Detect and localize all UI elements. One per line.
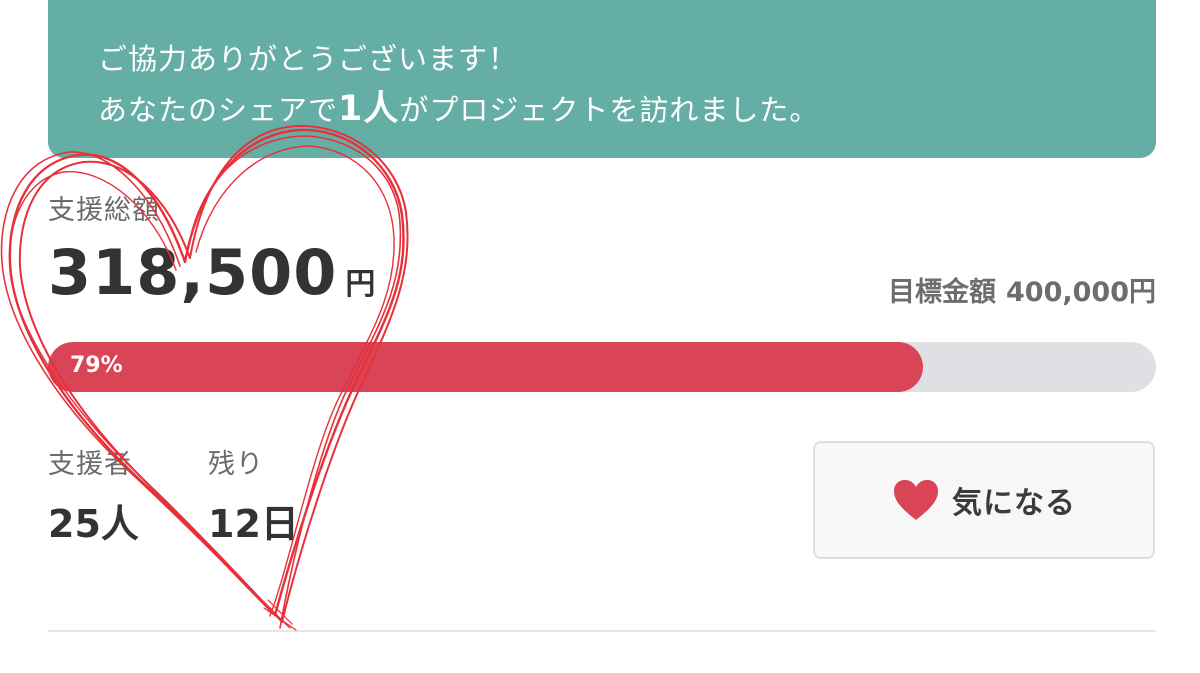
funding-progress-fill: [48, 342, 924, 392]
banner-line-1: ご協力ありがとうございます！: [98, 42, 519, 76]
favorite-button-label: 気になる: [952, 486, 1076, 521]
remaining-label: 残り: [208, 449, 264, 480]
goal-value: 400,000円: [1006, 277, 1156, 308]
remaining-value: 12日: [208, 502, 299, 546]
funding-progress-bar: 79%: [48, 342, 1156, 392]
banner-line-2: あなたのシェアで1人がプロジェクトを訪れました。: [98, 84, 1156, 135]
section-divider: [48, 630, 1156, 632]
goal-amount: 目標金額 400,000円: [888, 270, 1156, 309]
supporters-value: 25人: [48, 502, 139, 546]
thanks-banner: ご協力ありがとうございます！ あなたのシェアで1人がプロジェクトを訪れました。: [48, 0, 1156, 158]
total-funding-number: 318,500: [48, 236, 338, 309]
banner-line-2-prefix: あなたのシェアで: [98, 93, 339, 127]
heart-icon: [894, 480, 938, 520]
remaining-stat: 残り 12日: [208, 442, 299, 548]
supporters-label: 支援者: [48, 449, 132, 480]
total-funding-amount: 318,500 円: [48, 236, 375, 309]
total-funding-unit: 円: [345, 267, 376, 302]
goal-label: 目標金額: [888, 277, 997, 308]
supporters-stat: 支援者 25人: [48, 442, 139, 548]
total-funding-label: 支援総額: [48, 195, 160, 226]
funding-progress-percent: 79%: [70, 353, 123, 378]
banner-visitor-count: 1人: [338, 89, 400, 129]
banner-line-2-suffix: がプロジェクトを訪れました。: [399, 93, 820, 127]
favorite-button[interactable]: 気になる: [813, 441, 1155, 559]
